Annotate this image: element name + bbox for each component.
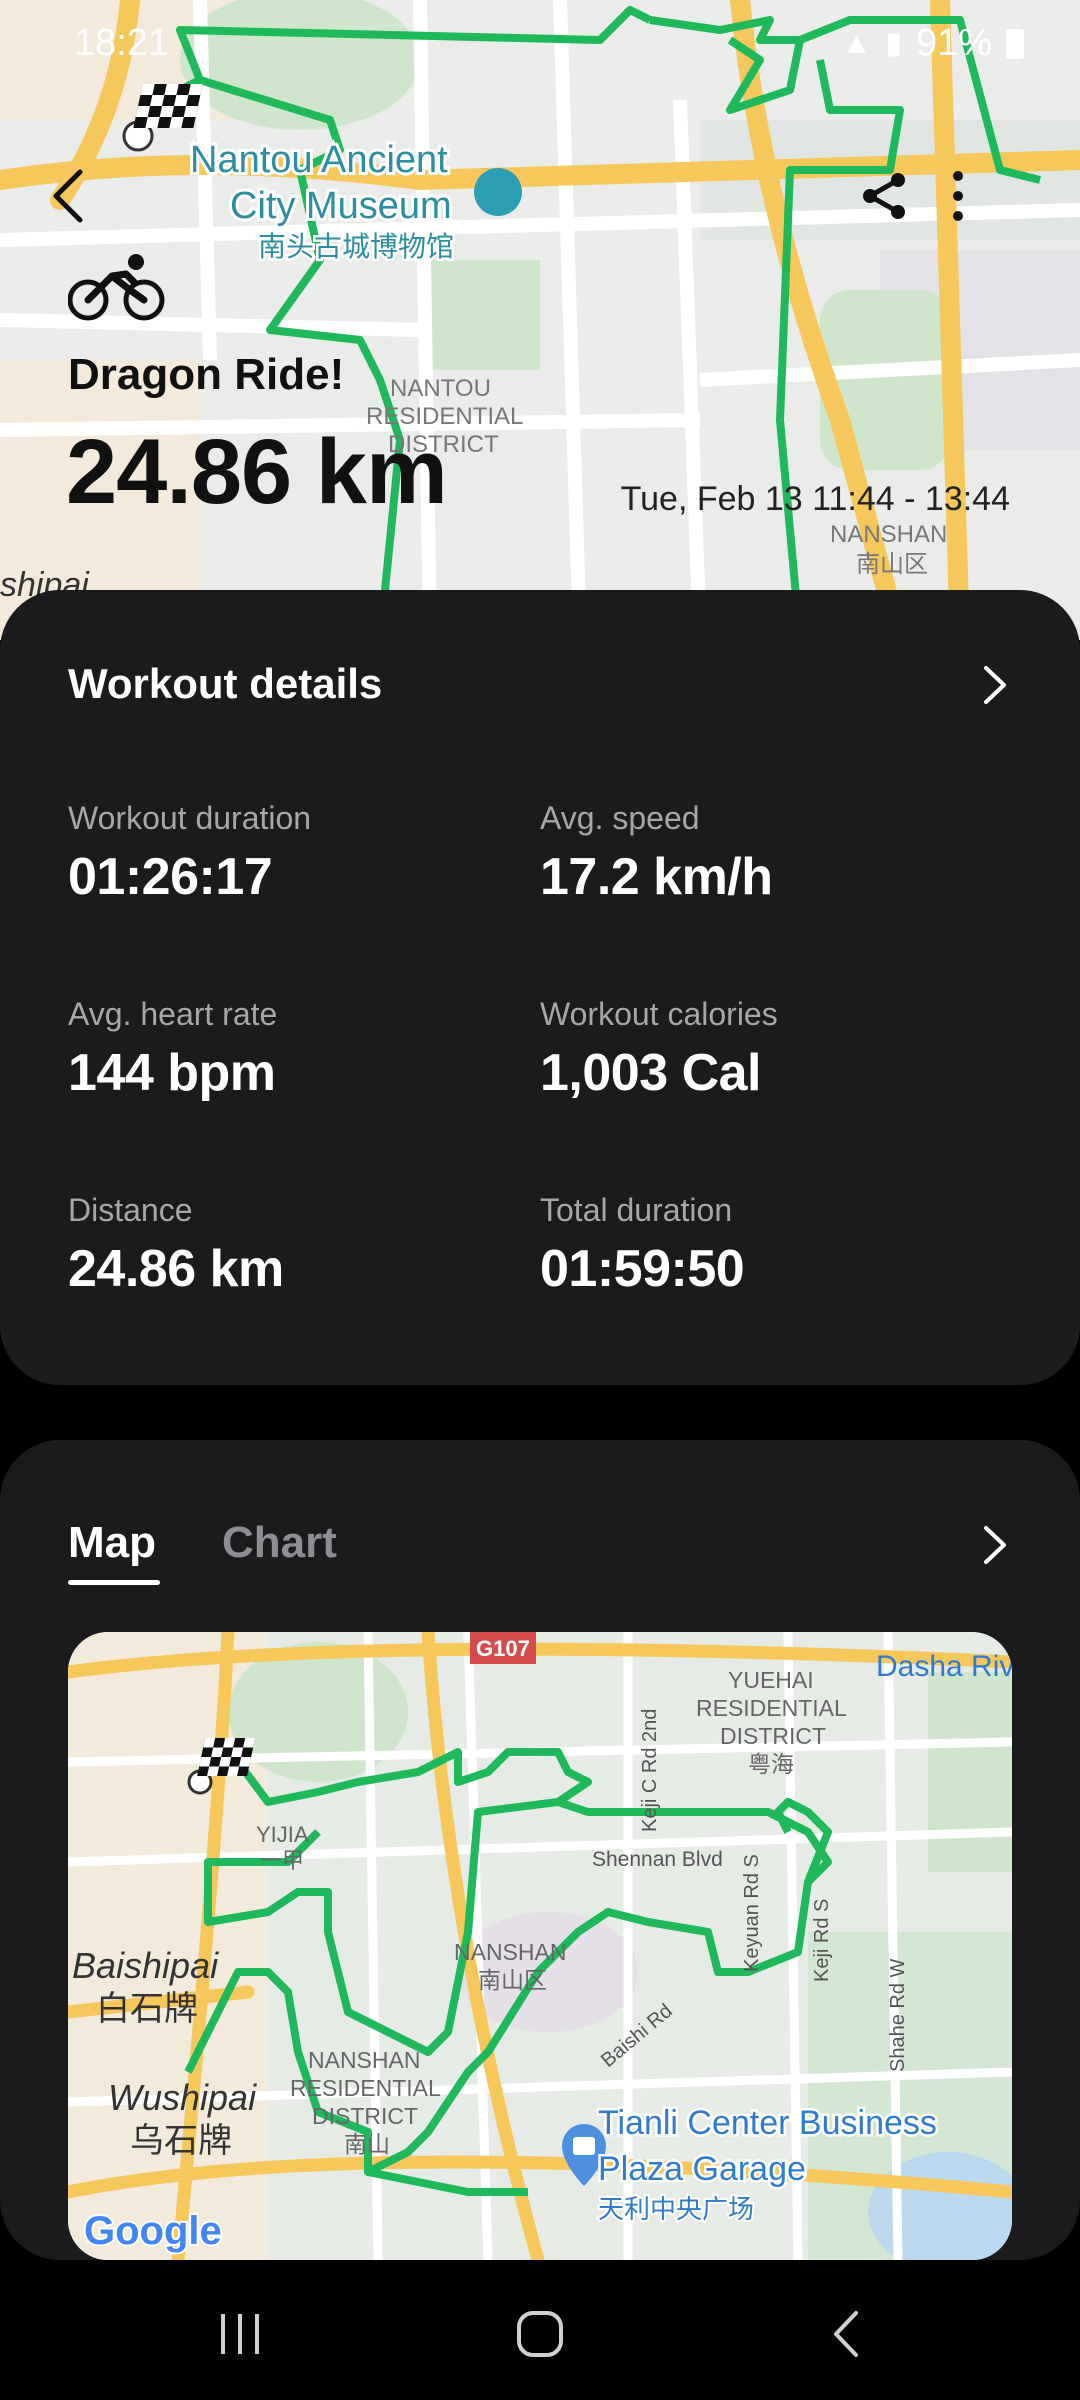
stat-workout-calories: Workout calories 1,003 Cal (540, 996, 778, 1103)
stat-label: Avg. heart rate (68, 996, 278, 1032)
svg-text:RESIDENTIAL: RESIDENTIAL (290, 2075, 441, 2101)
svg-text:白石牌: 白石牌 (96, 1989, 198, 2029)
svg-text:Wushipai: Wushipai (108, 2077, 257, 2118)
chevron-right-icon[interactable] (970, 660, 1020, 710)
battery-icon (1006, 28, 1024, 59)
svg-text:南头古城博物馆: 南头古城博物馆 (258, 230, 454, 263)
svg-text:City Museum: City Museum (230, 185, 452, 227)
svg-text:NANSHAN: NANSHAN (454, 1939, 566, 1965)
battery-level: 91% (915, 22, 992, 64)
stat-label: Workout duration (68, 800, 312, 836)
back-button[interactable] (48, 168, 128, 248)
home-icon (517, 2311, 563, 2357)
workout-details-card[interactable]: Workout details Workout duration 01:26:1… (0, 590, 1080, 1385)
stat-workout-duration: Workout duration 01:26:17 (68, 800, 311, 907)
cycling-icon (68, 254, 165, 321)
active-tab-indicator (68, 1580, 160, 1585)
signal-icon: ▮ (885, 27, 902, 60)
status-icons: ▲ ▮ 91% (842, 22, 1024, 65)
chevron-left-icon (53, 169, 83, 223)
more-options-button[interactable] (950, 170, 1030, 250)
share-button[interactable] (858, 170, 938, 250)
svg-text:天利中央广场: 天利中央广场 (598, 2195, 754, 2225)
svg-text:Tianli Center Business: Tianli Center Business (598, 2104, 937, 2142)
stat-value: 24.86 km (68, 1240, 284, 1298)
svg-text:YIJIA: YIJIA (256, 1822, 309, 1847)
svg-text:DISTRICT: DISTRICT (720, 1723, 826, 1749)
status-time: 18:21 (74, 22, 170, 64)
share-icon (863, 173, 905, 219)
stat-value: 01:26:17 (68, 848, 273, 906)
google-logo: Google (84, 2209, 222, 2253)
home-button[interactable] (500, 2294, 580, 2374)
stat-distance: Distance 24.86 km (68, 1192, 284, 1299)
stat-avg-heart-rate: Avg. heart rate 144 bpm (68, 996, 277, 1103)
svg-text:Keyuan Rd S: Keyuan Rd S (741, 1854, 763, 1972)
stat-label: Avg. speed (540, 800, 700, 836)
svg-text:粤海: 粤海 (748, 1752, 794, 1778)
svg-text:Keji C Rd 2nd: Keji C Rd 2nd (639, 1709, 661, 1832)
svg-text:Keji Rd S: Keji Rd S (811, 1899, 833, 1982)
svg-text:Baishipai: Baishipai (72, 1945, 219, 1986)
stat-label: Total duration (540, 1192, 733, 1228)
route-map-header[interactable]: Nantou Ancient City Museum 南头古城博物馆 NANTO… (0, 0, 1080, 640)
svg-text:Nantou Ancient: Nantou Ancient (190, 139, 448, 181)
recent-apps-icon (221, 2314, 259, 2354)
status-bar: 18:21 ▲ ▮ 91% (0, 0, 1080, 92)
map-chart-card: Map Chart G107 Dasha Riv YUEHAI RESIDENT… (0, 1440, 1080, 2260)
stat-value: 01:59:50 (540, 1240, 745, 1298)
svg-text:Dasha Riv: Dasha Riv (876, 1650, 1012, 1683)
minimap-graphic: G107 Dasha Riv YUEHAI RESIDENTIAL DISTRI… (68, 1632, 1012, 2260)
svg-text:南山: 南山 (344, 2132, 390, 2158)
svg-text:NANSHAN: NANSHAN (308, 2047, 420, 2073)
route-minimap[interactable]: G107 Dasha Riv YUEHAI RESIDENTIAL DISTRI… (68, 1632, 1012, 2260)
svg-text:RESIDENTIAL: RESIDENTIAL (696, 1695, 847, 1721)
recent-apps-button[interactable] (200, 2294, 280, 2374)
svg-text:NANTOU: NANTOU (390, 375, 491, 402)
stat-label: Distance (68, 1192, 193, 1228)
workout-distance: 24.86 km (66, 421, 448, 523)
svg-text:Shahe Rd W: Shahe Rd W (887, 1958, 909, 2072)
svg-text:G107: G107 (476, 1636, 530, 1661)
svg-text:南山区: 南山区 (856, 550, 928, 578)
stat-value: 144 bpm (68, 1044, 276, 1102)
svg-text:南山区: 南山区 (478, 1968, 547, 1994)
svg-text:NANSHAN: NANSHAN (830, 521, 947, 548)
wifi-icon: ▲ (841, 26, 872, 60)
more-vertical-icon (953, 171, 963, 221)
chevron-right-icon[interactable] (970, 1520, 1020, 1570)
workout-title: Dragon Ride! (68, 350, 345, 399)
svg-text:YUEHAI: YUEHAI (728, 1667, 814, 1693)
stat-total-duration: Total duration 01:59:50 (540, 1192, 745, 1299)
tab-chart[interactable]: Chart (222, 1518, 337, 1568)
stat-avg-speed: Avg. speed 17.2 km/h (540, 800, 773, 907)
back-icon (834, 2311, 858, 2357)
tab-map[interactable]: Map (68, 1518, 156, 1568)
svg-text:一甲: 一甲 (260, 1849, 304, 1874)
stat-value: 17.2 km/h (540, 848, 773, 906)
svg-text:DISTRICT: DISTRICT (312, 2103, 418, 2129)
svg-text:Shennan Blvd: Shennan Blvd (592, 1848, 723, 1871)
svg-text:Plaza Garage: Plaza Garage (598, 2150, 806, 2188)
svg-text:乌石牌: 乌石牌 (130, 2121, 232, 2161)
system-navigation-bar (0, 2260, 1080, 2400)
stat-value: 1,003 Cal (540, 1044, 761, 1102)
workout-details-title: Workout details (68, 660, 383, 707)
back-nav-button[interactable] (806, 2294, 886, 2374)
workout-datetime: Tue, Feb 13 11:44 - 13:44 (620, 480, 1010, 518)
stat-label: Workout calories (540, 996, 778, 1032)
